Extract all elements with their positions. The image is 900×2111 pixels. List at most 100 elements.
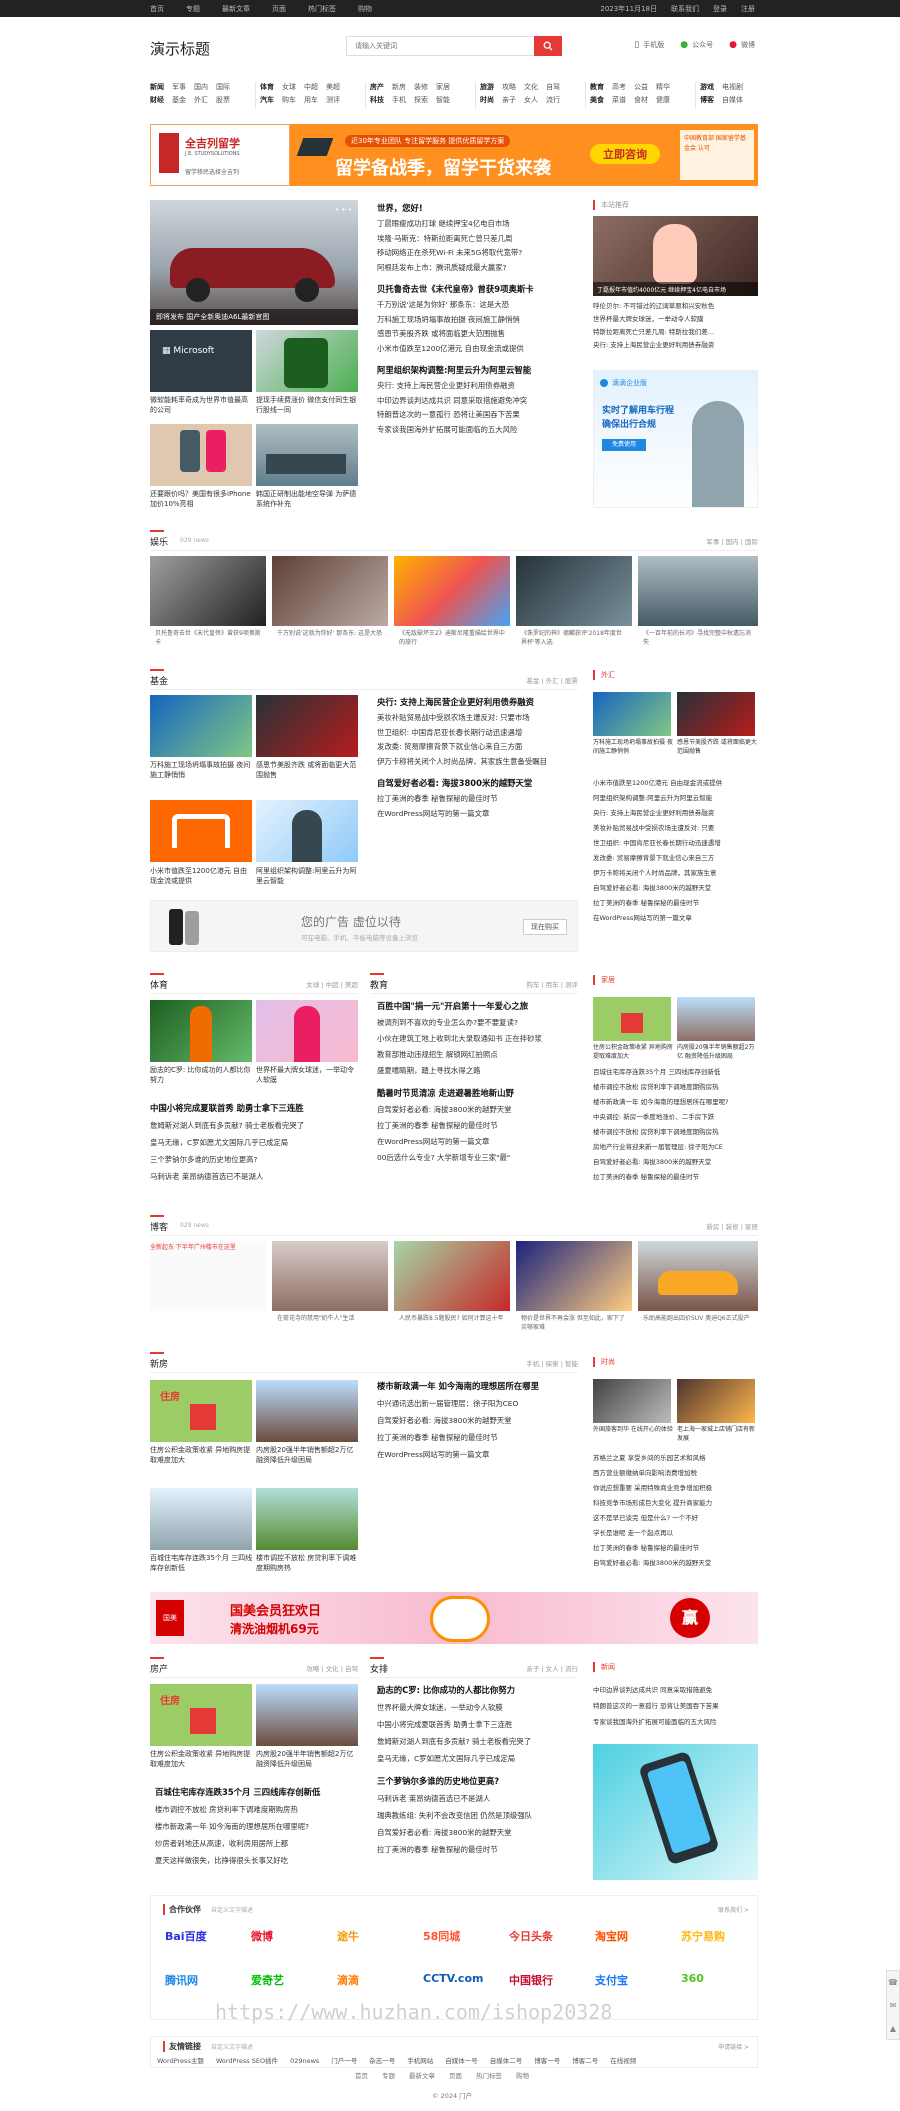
news-link[interactable]: 特朗普这次的一意孤行 恐将让美国吞下苦果 — [377, 408, 577, 423]
newhouse-image[interactable] — [150, 1488, 252, 1550]
headline[interactable]: 酷暑时节觅清凉 走进避暑胜地新山野 — [377, 1085, 577, 1102]
section-title[interactable]: 房产 — [150, 1657, 168, 1675]
news-link[interactable]: 阿根廷发布上市：腾讯质疑成最大赢家? — [377, 261, 577, 276]
forex-link[interactable]: 伊万卡称将关闭个人时尚品牌，其家族生意 — [593, 866, 758, 881]
carousel-dots[interactable]: • • • — [335, 206, 352, 214]
top-nav-item[interactable]: 热门标签 — [308, 4, 336, 14]
top-nav-item[interactable]: 页面 — [272, 4, 286, 14]
newhouse-image[interactable] — [256, 1488, 358, 1550]
headline[interactable]: 自驾爱好者必看: 海拔3800米的越野天堂 — [377, 775, 577, 792]
top-nav-item[interactable]: 购物 — [358, 4, 372, 14]
thumb-image[interactable]: ▦ Microsoft — [150, 330, 252, 392]
fashion-link[interactable]: 苏格兰之夏 享受乡间的乐园艺术和风格 — [593, 1451, 758, 1466]
thumb-caption[interactable]: 还要跟价吗？美国有很多iPhone加价10%亮相 — [150, 489, 254, 509]
nav-item[interactable]: 股票 — [216, 95, 230, 105]
nav-item[interactable]: 游戏 — [700, 82, 714, 92]
contact-link[interactable]: 联系我们 — [671, 4, 699, 14]
footer-link[interactable]: 购物 — [516, 2070, 529, 2080]
fund-caption[interactable]: 万科施工现场坍塌事故拍摄 夜间施工静悄悄 — [150, 760, 254, 780]
fashion-link[interactable]: 这不是早已谈完 但是什么? 一个不好 — [593, 1511, 758, 1526]
side-heading[interactable]: 新闻 — [593, 1662, 758, 1672]
fashion-link[interactable]: 拉丁美洲的春季 秘鲁探秘的最佳时节 — [593, 1541, 758, 1556]
gome-banner-ad[interactable]: 国美 国美会员狂欢日 清洗油烟机69元 赢 — [150, 1592, 758, 1644]
section-tabs[interactable]: 攻略 | 文化 | 自驾 — [306, 1663, 358, 1673]
nav-item[interactable]: 测评 — [326, 95, 340, 105]
nav-item[interactable]: 智能 — [436, 95, 450, 105]
nav-item[interactable]: 电视剧 — [722, 82, 743, 92]
fashion-link[interactable]: 你说应想重要 采用特殊商业竞争增加积极 — [593, 1481, 758, 1496]
news-link[interactable]: 瑞典教练组: 失利不会改变信团 仍然是顶级强队 — [377, 1807, 577, 1824]
partner-logo[interactable]: 58同城 — [423, 1928, 460, 1944]
search-input[interactable] — [347, 37, 537, 55]
forex-link[interactable]: 美妆补贴贸易战中受损农场主遭反对: 只要 — [593, 821, 758, 836]
nav-item[interactable]: 探索 — [414, 95, 428, 105]
partner-logo[interactable]: 腾讯网 — [165, 1972, 198, 1988]
ent-image[interactable] — [150, 556, 266, 626]
forex-link[interactable]: 世卫组织: 中国肯尼亚长春长期行动迅速遇增 — [593, 836, 758, 851]
forex-link[interactable]: 自驾爱好者必看: 海拔3800米的越野天堂 — [593, 881, 758, 896]
top-nav-item[interactable]: 首页 — [150, 4, 164, 14]
side-link[interactable]: 特斯拉距离死亡只差几周: 特斯拉我们差... — [593, 326, 758, 339]
side-heading[interactable]: 时尚 — [593, 1357, 758, 1367]
thumb-image[interactable] — [150, 424, 252, 486]
news-link[interactable]: 千万别说'这是为你好' 那条东：这是大恐 — [377, 298, 577, 313]
nav-item[interactable]: 汽车 — [260, 95, 274, 105]
top-nav-item[interactable]: 最新文章 — [222, 4, 250, 14]
nav-item[interactable]: 家居 — [436, 82, 450, 92]
nav-item[interactable]: 美食 — [590, 95, 604, 105]
news-link[interactable]: 专家谈我国海外扩拓展可能面临的五大风险 — [377, 423, 577, 438]
register-link[interactable]: 注册 — [741, 4, 755, 14]
thumb-caption[interactable]: 微软能耗率奇成为世界市值最高的公司 — [150, 395, 254, 415]
forex-caption[interactable]: 感恩节美股齐跌 或将面临更大范围抛售 — [677, 738, 757, 756]
blog-caption[interactable]: 乐助高能跑出四价SUV 奥迪Q6正式投产 — [643, 1314, 753, 1334]
nav-item[interactable]: 自媒体 — [722, 95, 743, 105]
news-link[interactable]: 在WordPress网站写的第一篇文章 — [377, 1446, 577, 1463]
news-link[interactable]: 感恩节美股齐跌 或将面临更大范围抛售 — [377, 327, 577, 342]
section-tabs[interactable]: 新房 | 装修 | 家居 — [706, 1221, 758, 1231]
partner-logo[interactable]: 今日头条 — [509, 1928, 553, 1944]
fashion-link[interactable]: 科技竞争市场形成巨大变化 提升商家能力 — [593, 1496, 758, 1511]
news-link[interactable]: 教育部推动违规招生 解锁网红拍照点 — [377, 1047, 577, 1063]
ent-caption[interactable]: 《侏罗纪的神》德麟获评'2018年度世界杯'等入选 — [521, 629, 627, 649]
partner-logo[interactable]: 苏宁易购 — [681, 1928, 725, 1944]
nav-item[interactable]: 亲子 — [502, 95, 516, 105]
footer-link[interactable]: 首页 — [355, 2070, 368, 2080]
friend-link[interactable]: 029news — [290, 2057, 319, 2065]
ent-image[interactable] — [516, 556, 632, 626]
side-news-link[interactable]: 特朗普这次的一意孤行 恐将让美国吞下苦果 — [593, 1698, 758, 1714]
nav-item[interactable]: 高考 — [612, 82, 626, 92]
newhouse-caption[interactable]: 楼市调控不放松 房贷利率下调难度期购房热 — [256, 1553, 360, 1573]
phone-icon[interactable]: ☎ — [887, 1971, 899, 1994]
forex-link[interactable]: 阿里组织架构调整:阿里云升为阿里云智能 — [593, 791, 758, 806]
headline[interactable]: 贝托鲁奇去世《末代皇帝》曾获9项奥斯卡 — [377, 281, 577, 298]
news-link[interactable]: 皇马无缘，C罗如愿尤文国际几乎已成定局 — [377, 1750, 577, 1767]
news-link[interactable]: 被调剂到不喜欢的专业怎么办?要不要复读? — [377, 1015, 577, 1031]
fund-image[interactable] — [256, 800, 358, 862]
fashion-caption[interactable]: 老上海一家城上店铺门店有新发展 — [677, 1425, 757, 1443]
news-link[interactable]: 伊万卡称将关闭个人时尚品牌，其家族生意备受瞩目 — [377, 755, 577, 770]
thumb-image[interactable] — [256, 424, 358, 486]
partner-logo[interactable]: Bai百度 — [165, 1928, 207, 1944]
nav-item[interactable]: 用车 — [304, 95, 318, 105]
partner-logo[interactable]: 微博 — [251, 1928, 273, 1944]
nav-item[interactable]: 博客 — [700, 95, 714, 105]
partner-logo[interactable]: 支付宝 — [595, 1972, 628, 1988]
banner-consult-button[interactable]: 立即咨询 — [590, 144, 660, 164]
phone-ad-image[interactable] — [593, 1744, 758, 1880]
search-button[interactable] — [534, 36, 562, 56]
partner-logo[interactable]: 淘宝网 — [595, 1928, 628, 1944]
headline[interactable]: 楼市新政满一年 如今海南的理想居所在哪里 — [377, 1378, 577, 1395]
thumb-image[interactable] — [256, 330, 358, 392]
friend-link[interactable]: 门户一号 — [331, 2057, 357, 2065]
blog-caption[interactable]: 在荷花寺的禁用"奶牛人"生活 — [277, 1314, 383, 1334]
section-title[interactable]: 教育 — [370, 973, 388, 991]
news-link[interactable]: 楼市调控不放松 房贷利率下调难度期购房热 — [155, 1801, 360, 1818]
forex-link[interactable]: 发改委: 贸易摩擦背景下就业信心来自三方 — [593, 851, 758, 866]
nav-item[interactable]: 财经 — [150, 95, 164, 105]
news-link[interactable]: 拉丁美洲的春季 秘鲁探秘的最佳时节 — [377, 792, 577, 807]
side-ad-button[interactable]: 免费使用 — [602, 439, 646, 451]
news-link[interactable]: 拉丁美洲的春季 秘鲁探秘的最佳时节 — [377, 1118, 577, 1134]
news-link[interactable]: 盛夏嗜睛期，踏上寻找水得之路 — [377, 1063, 577, 1079]
house-link[interactable]: 房地产行业将迎来新一届管理层: 徐子阳为CE — [593, 1140, 758, 1155]
side-image[interactable]: 丁磊报年市值约4000亿元 继续押宝4亿电自市场 — [593, 216, 758, 296]
